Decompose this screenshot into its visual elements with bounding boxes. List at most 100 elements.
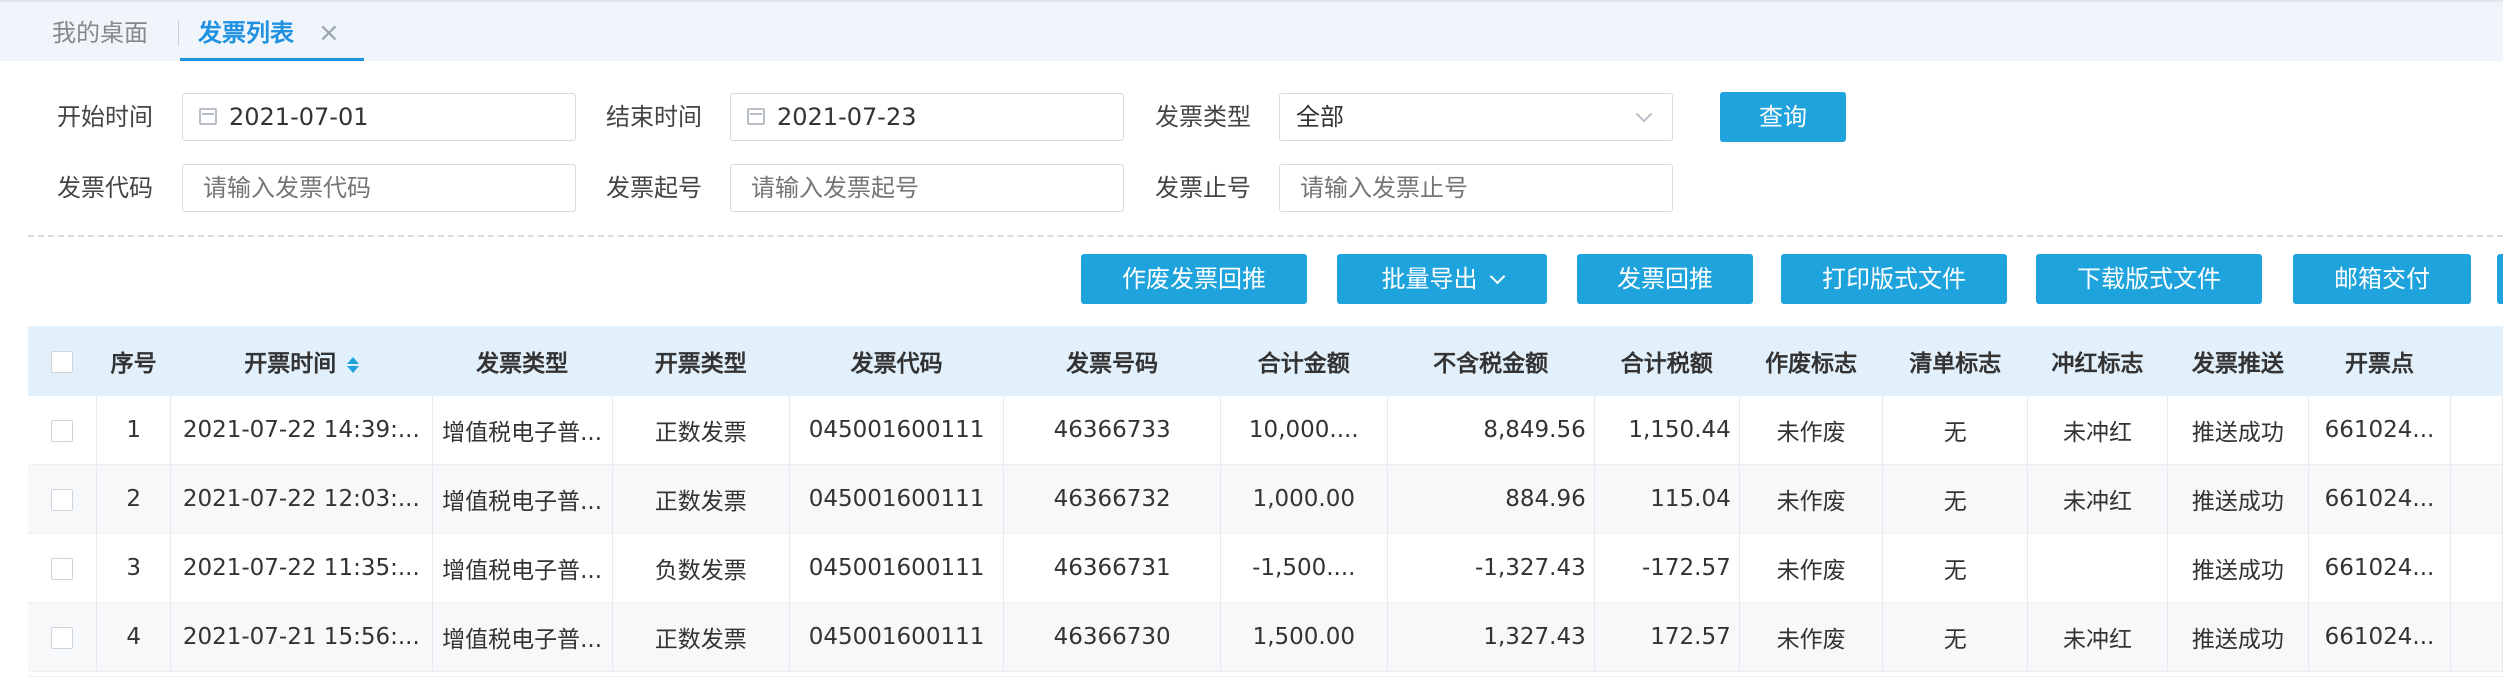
start-time-label: 开始时间	[57, 103, 153, 131]
cell-amount-ex-tax: 8,849.56	[1387, 396, 1595, 465]
table-bottom-divider	[28, 676, 2503, 677]
cell-total-tax: 1,150.44	[1594, 396, 1740, 465]
cell-issue-time: 2021-07-22 11:35:...	[170, 533, 433, 603]
row-checkbox[interactable]	[51, 557, 74, 580]
calendar-icon	[747, 107, 765, 125]
chevron-down-icon	[1635, 105, 1653, 123]
table-row[interactable]: 2 2021-07-22 12:03:... 增值税电子普... 正数发票 04…	[28, 464, 2503, 534]
cell-total-amount: -1,500....	[1220, 533, 1388, 603]
start-time-input[interactable]: 2021-07-01	[182, 93, 576, 141]
more-toolbar-button[interactable]	[2497, 254, 2503, 304]
end-time-input[interactable]: 2021-07-23	[730, 93, 1124, 141]
sort-icon[interactable]	[346, 355, 360, 375]
table-row[interactable]: 4 2021-07-21 15:56:... 增值税电子普... 正数发票 04…	[28, 602, 2503, 672]
invoice-type-select[interactable]: 全部	[1279, 93, 1673, 141]
cell-overflow	[2450, 602, 2503, 672]
col-red-flag: 冲红标志	[2027, 326, 2168, 396]
cell-issue-type: 正数发票	[612, 396, 790, 465]
cell-red-flag: 未冲红	[2027, 602, 2168, 672]
cell-amount-ex-tax: -1,327.43	[1387, 533, 1595, 603]
download-layout-file-button[interactable]: 下载版式文件	[2036, 254, 2262, 304]
void-invoice-push-button[interactable]: 作废发票回推	[1081, 254, 1307, 304]
query-button[interactable]: 查询	[1720, 92, 1846, 142]
cell-issue-time: 2021-07-22 14:39:...	[170, 396, 433, 465]
col-issue-time[interactable]: 开票时间	[170, 326, 433, 396]
tab-invoice-list[interactable]: 发票列表	[198, 2, 294, 61]
cell-void-flag: 未作废	[1739, 533, 1884, 603]
cell-push: 推送成功	[2167, 533, 2309, 603]
table-row[interactable]: 3 2021-07-22 11:35:... 增值税电子普... 负数发票 04…	[28, 533, 2503, 603]
cell-invoice-type: 增值税电子普...	[432, 533, 613, 603]
row-checkbox[interactable]	[51, 419, 74, 442]
invoice-table: 序号 开票时间 发票类型 开票类型 发票代码 发票号码 合计金额 不含税金额 合…	[28, 326, 2503, 672]
tab-my-desktop[interactable]: 我的桌面	[52, 2, 148, 61]
cell-invoice-type: 增值税电子普...	[432, 464, 613, 534]
batch-export-button[interactable]: 批量导出	[1337, 254, 1547, 304]
mailbox-delivery-button[interactable]: 邮箱交付	[2293, 254, 2471, 304]
invoice-code-label: 发票代码	[57, 174, 153, 202]
row-checkbox[interactable]	[51, 626, 74, 649]
cell-list-flag: 无	[1882, 464, 2029, 534]
cell-invoice-type: 增值税电子普...	[432, 602, 613, 672]
cell-invoice-number: 46366732	[1003, 464, 1222, 534]
cell-issue-type: 负数发票	[612, 533, 790, 603]
cell-red-flag	[2027, 533, 2168, 603]
table-row[interactable]: 1 2021-07-22 14:39:... 增值税电子普... 正数发票 04…	[28, 396, 2503, 465]
cell-push: 推送成功	[2167, 602, 2309, 672]
cell-total-amount: 10,000....	[1220, 396, 1388, 465]
cell-invoice-code: 045001600111	[789, 602, 1005, 672]
cell-issue-type: 正数发票	[612, 602, 790, 672]
cell-invoice-code: 045001600111	[789, 464, 1005, 534]
invoice-start-number-label: 发票起号	[606, 174, 702, 202]
cell-overflow	[2450, 533, 2503, 603]
cell-amount-ex-tax: 884.96	[1387, 464, 1595, 534]
cell-total-tax: -172.57	[1594, 533, 1740, 603]
cell-index: 2	[96, 464, 171, 534]
col-issue-time-label: 开票时间	[244, 351, 337, 377]
invoice-push-button[interactable]: 发票回推	[1577, 254, 1753, 304]
cell-issue-point: 661024...	[2308, 602, 2452, 672]
cell-void-flag: 未作废	[1739, 464, 1884, 534]
batch-export-label: 批量导出	[1381, 265, 1478, 293]
print-layout-file-button[interactable]: 打印版式文件	[1781, 254, 2007, 304]
row-checkbox[interactable]	[51, 488, 74, 511]
cell-issue-point: 661024...	[2308, 533, 2452, 603]
cell-index: 1	[96, 396, 171, 465]
cell-invoice-code: 045001600111	[789, 533, 1005, 603]
col-issue-type: 开票类型	[612, 326, 790, 396]
cell-list-flag: 无	[1882, 602, 2029, 672]
invoice-type-label: 发票类型	[1155, 103, 1251, 131]
cell-index: 3	[96, 533, 171, 603]
invoice-type-value: 全部	[1296, 103, 1344, 131]
cell-issue-type: 正数发票	[612, 464, 790, 534]
col-invoice-type: 发票类型	[432, 326, 613, 396]
invoice-code-input[interactable]	[182, 164, 576, 212]
col-index: 序号	[96, 326, 171, 396]
cell-total-tax: 115.04	[1594, 464, 1740, 534]
row-select-cell	[28, 396, 98, 465]
invoice-end-number-label: 发票止号	[1155, 174, 1251, 202]
cell-total-amount: 1,500.00	[1220, 602, 1388, 672]
invoice-start-number-input[interactable]	[730, 164, 1124, 212]
col-invoice-code: 发票代码	[789, 326, 1005, 396]
select-all-checkbox[interactable]	[51, 350, 74, 373]
filter-divider	[28, 235, 2503, 237]
tab-divider	[178, 20, 179, 46]
cell-issue-time: 2021-07-21 15:56:...	[170, 602, 433, 672]
calendar-icon	[199, 107, 217, 125]
cell-issue-point: 661024...	[2308, 396, 2452, 465]
col-push: 发票推送	[2167, 326, 2309, 396]
col-amount-ex-tax: 不含税金额	[1387, 326, 1595, 396]
col-total-tax: 合计税额	[1594, 326, 1740, 396]
cell-invoice-number: 46366733	[1003, 396, 1222, 465]
cell-push: 推送成功	[2167, 396, 2309, 465]
cell-push: 推送成功	[2167, 464, 2309, 534]
cell-red-flag: 未冲红	[2027, 464, 2168, 534]
tab-bar: 我的桌面 发票列表 ×	[0, 0, 2503, 61]
close-icon[interactable]: ×	[318, 2, 340, 61]
end-time-label: 结束时间	[606, 103, 702, 131]
cell-void-flag: 未作废	[1739, 396, 1884, 465]
invoice-end-number-input[interactable]	[1279, 164, 1673, 212]
col-issue-point: 开票点	[2308, 326, 2452, 396]
start-time-value: 2021-07-01	[229, 103, 369, 131]
